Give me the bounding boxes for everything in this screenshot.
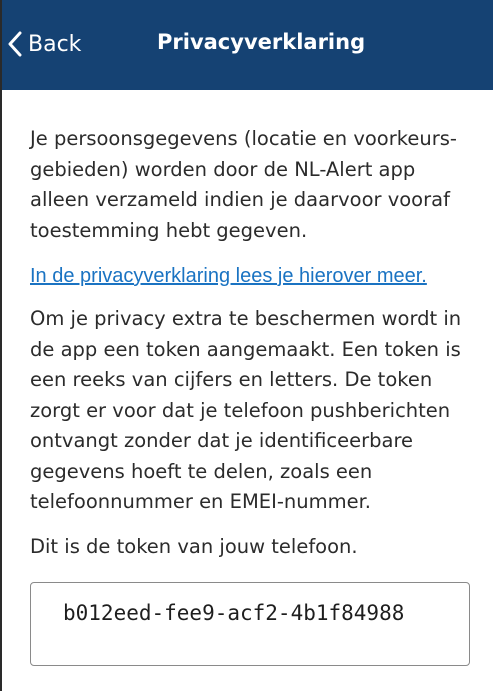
privacy-screen: Back Privacyverklaring Je persoonsgegeve… (0, 0, 493, 691)
token-explanation-text: Om je privacy extra te beschermen wordt … (30, 307, 462, 513)
token-label: Dit is de token van jouw telefoon. (30, 534, 358, 558)
privacy-content: Je persoonsgegevens (locatie en voorkeur… (30, 124, 480, 562)
back-button[interactable]: Back (8, 28, 81, 60)
token-field[interactable]: b012eed-fee9-acf2-4b1f84988 (30, 582, 470, 666)
token-value: b012eed-fee9-acf2-4b1f84988 (63, 601, 405, 625)
page-title: Privacyverklaring (157, 30, 366, 54)
chevron-left-icon (8, 31, 22, 57)
navigation-bar: Back Privacyverklaring (2, 0, 493, 90)
privacy-statement-link[interactable]: In de privacyverklaring lees je hierover… (30, 262, 480, 290)
intro-text: Je persoonsgegevens (locatie en voorkeur… (30, 127, 457, 242)
back-label: Back (28, 31, 82, 57)
